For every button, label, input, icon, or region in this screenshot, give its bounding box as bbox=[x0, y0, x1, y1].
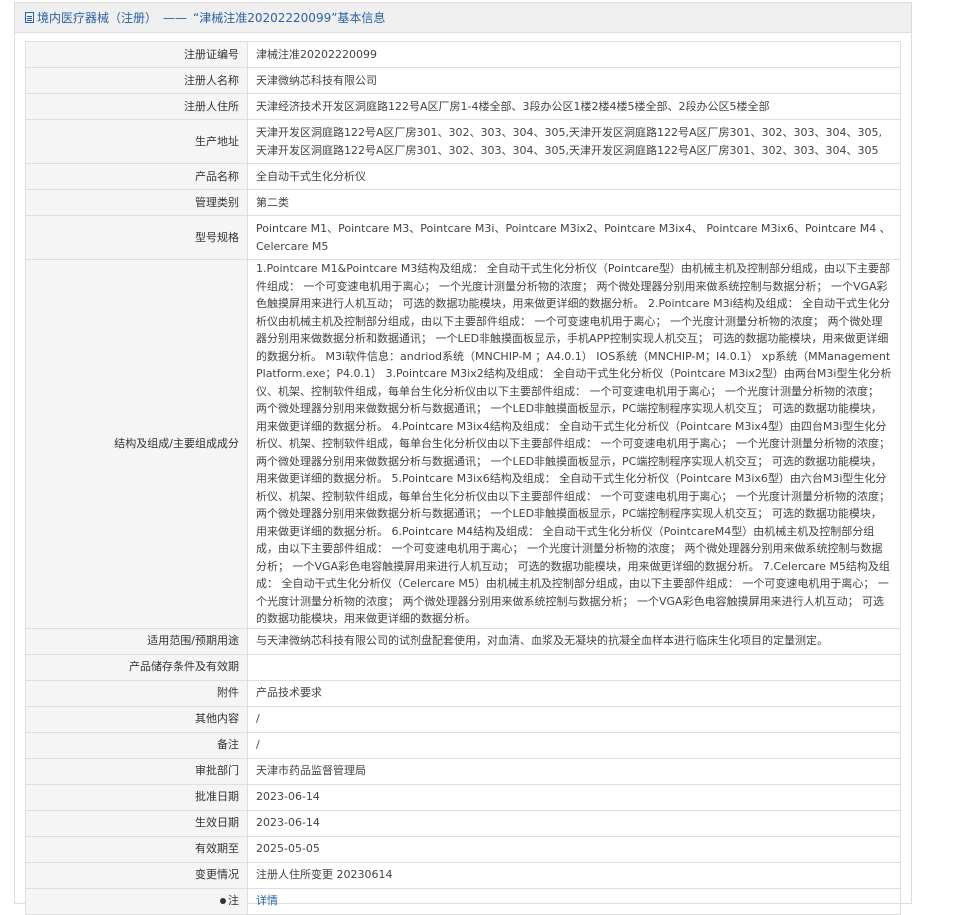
row-label: 其他内容 bbox=[25, 705, 248, 733]
header-separator: —— bbox=[163, 10, 188, 25]
table-row: 结构及组成/主要组成成分 1.Pointcare M1&Pointcare M3… bbox=[25, 259, 901, 629]
row-value: 2023-06-14 bbox=[247, 783, 901, 811]
row-value: Pointcare M1、Pointcare M3、Pointcare M3i、… bbox=[247, 215, 901, 260]
row-label: 生效日期 bbox=[25, 809, 248, 837]
row-label: 注册人住所 bbox=[25, 93, 248, 120]
row-label: 注册证编号 bbox=[25, 41, 248, 68]
header-category: 境内医疗器械（注册） bbox=[37, 11, 158, 25]
row-value: 注册人住所变更 20230614 bbox=[247, 861, 901, 889]
table-row: 附件 产品技术要求 bbox=[25, 679, 901, 707]
row-label: 管理类别 bbox=[25, 189, 248, 216]
row-value: / bbox=[247, 705, 901, 733]
table-row: 注 详情 bbox=[25, 887, 901, 915]
row-label: 产品储存条件及有效期 bbox=[25, 653, 248, 681]
details-link[interactable]: 详情 bbox=[256, 894, 278, 907]
row-label: 批准日期 bbox=[25, 783, 248, 811]
table-row: 产品储存条件及有效期 bbox=[25, 653, 901, 681]
row-value: / bbox=[247, 731, 901, 759]
row-label: 适用范围/预期用途 bbox=[25, 627, 248, 655]
table-row: 其他内容 / bbox=[25, 705, 901, 733]
info-table: 注册证编号 津械注准20202220099 注册人名称 天津微纳芯科技有限公司 … bbox=[25, 41, 901, 915]
row-value: 与天津微纳芯科技有限公司的试剂盘配套使用，对血清、血浆及无凝块的抗凝全血样本进行… bbox=[247, 627, 901, 655]
table-row: 注册人名称 天津微纳芯科技有限公司 bbox=[25, 67, 901, 94]
row-label: 备注 bbox=[25, 731, 248, 759]
row-label: 变更情况 bbox=[25, 861, 248, 889]
row-value: 1.Pointcare M1&Pointcare M3结构及组成： 全自动干式生… bbox=[247, 259, 901, 629]
row-value: 天津开发区洞庭路122号A区厂房301、302、303、304、305,天津开发… bbox=[247, 119, 901, 164]
row-label: 审批部门 bbox=[25, 757, 248, 785]
row-value: 产品技术要求 bbox=[247, 679, 901, 707]
row-value: 2023-06-14 bbox=[247, 809, 901, 837]
row-value: 津械注准20202220099 bbox=[247, 41, 901, 68]
row-label: 生产地址 bbox=[25, 119, 248, 164]
table-row: 变更情况 注册人住所变更 20230614 bbox=[25, 861, 901, 889]
table-row: 适用范围/预期用途 与天津微纳芯科技有限公司的试剂盘配套使用，对血清、血浆及无凝… bbox=[25, 627, 901, 655]
row-label: 产品名称 bbox=[25, 163, 248, 190]
document-icon bbox=[25, 12, 34, 23]
row-value-cell: 详情 bbox=[247, 887, 901, 915]
table-row: 注册证编号 津械注准20202220099 bbox=[25, 41, 901, 68]
row-label: 附件 bbox=[25, 679, 248, 707]
row-value: 全自动干式生化分析仪 bbox=[247, 163, 901, 190]
row-value: 第二类 bbox=[247, 189, 901, 216]
note-label-cell: 注 bbox=[25, 887, 248, 915]
table-row: 注册人住所 天津经济技术开发区洞庭路122号A区厂房1-4楼全部、3段办公区1楼… bbox=[25, 93, 901, 120]
row-label: 型号规格 bbox=[25, 215, 248, 260]
table-row: 生产地址 天津开发区洞庭路122号A区厂房301、302、303、304、305… bbox=[25, 119, 901, 164]
table-row: 生效日期 2023-06-14 bbox=[25, 809, 901, 837]
table-row: 产品名称 全自动干式生化分析仪 bbox=[25, 163, 901, 190]
table-row: 型号规格 Pointcare M1、Pointcare M3、Pointcare… bbox=[25, 215, 901, 260]
table-row: 管理类别 第二类 bbox=[25, 189, 901, 216]
table-row: 批准日期 2023-06-14 bbox=[25, 783, 901, 811]
row-value: 2025-05-05 bbox=[247, 835, 901, 863]
row-label: 结构及组成/主要组成成分 bbox=[25, 259, 248, 629]
table-row: 备注 / bbox=[25, 731, 901, 759]
row-value: 天津经济技术开发区洞庭路122号A区厂房1-4楼全部、3段办公区1楼2楼4楼5楼… bbox=[247, 93, 901, 120]
row-label: 注 bbox=[228, 894, 239, 908]
row-value bbox=[247, 653, 901, 681]
table-row: 有效期至 2025-05-05 bbox=[25, 835, 901, 863]
pin-icon bbox=[220, 898, 226, 905]
table-row: 审批部门 天津市药品监督管理局 bbox=[25, 757, 901, 785]
header-title: “津械注准20202220099”基本信息 bbox=[193, 11, 386, 25]
row-value: 天津市药品监督管理局 bbox=[247, 757, 901, 785]
panel-header: 境内医疗器械（注册） —— “津械注准20202220099”基本信息 bbox=[15, 3, 911, 33]
row-label: 有效期至 bbox=[25, 835, 248, 863]
row-value: 天津微纳芯科技有限公司 bbox=[247, 67, 901, 94]
info-panel: 境内医疗器械（注册） —— “津械注准20202220099”基本信息 注册证编… bbox=[14, 2, 912, 915]
row-label: 注册人名称 bbox=[25, 67, 248, 94]
